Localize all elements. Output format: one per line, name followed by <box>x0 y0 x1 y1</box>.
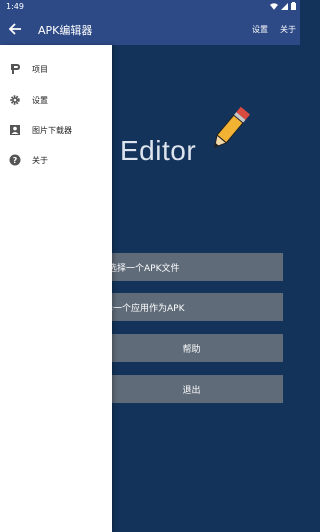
drawer-item-label: 关于 <box>32 155 48 165</box>
choose-app-button[interactable]: 择一个应用作为APK <box>100 293 283 321</box>
nav-drawer: 项目 设置 图片下载器 ? 关于 <box>0 45 112 532</box>
battery-icon <box>291 2 296 10</box>
editor-logo: Editor <box>120 95 251 175</box>
project-icon <box>11 64 20 74</box>
help-icon: ? <box>9 154 21 166</box>
help-button[interactable]: 帮助 <box>100 334 283 362</box>
exit-button[interactable]: 退出 <box>100 375 283 403</box>
gear-icon <box>10 95 20 105</box>
app-title: APK编辑器 <box>38 24 93 37</box>
app-bar: APK编辑器 设置 关于 <box>0 13 300 45</box>
back-arrow-icon[interactable] <box>8 22 22 36</box>
pencil-icon <box>213 106 251 149</box>
drawer-item-image-downloader[interactable]: 图片下载器 <box>0 118 112 142</box>
drawer-item-settings[interactable]: 设置 <box>0 88 112 112</box>
drawer-item-label: 设置 <box>32 95 48 105</box>
drawer-item-label: 项目 <box>32 64 48 74</box>
drawer-item-label: 图片下载器 <box>32 125 72 135</box>
about-action[interactable]: 关于 <box>280 24 296 35</box>
logo-text: Editor <box>120 135 197 166</box>
image-icon <box>10 125 20 135</box>
status-bar: 1:49 <box>0 0 300 13</box>
settings-action[interactable]: 设置 <box>252 24 268 35</box>
status-icons <box>270 2 296 10</box>
drawer-item-about[interactable]: ? 关于 <box>0 148 112 172</box>
svg-text:?: ? <box>13 156 18 165</box>
status-time: 1:49 <box>6 2 24 11</box>
signal-icon <box>281 2 288 10</box>
choose-apk-button[interactable]: 选择一个APK文件 <box>100 253 283 281</box>
wifi-icon <box>270 2 278 10</box>
drawer-item-project[interactable]: 项目 <box>0 57 112 81</box>
